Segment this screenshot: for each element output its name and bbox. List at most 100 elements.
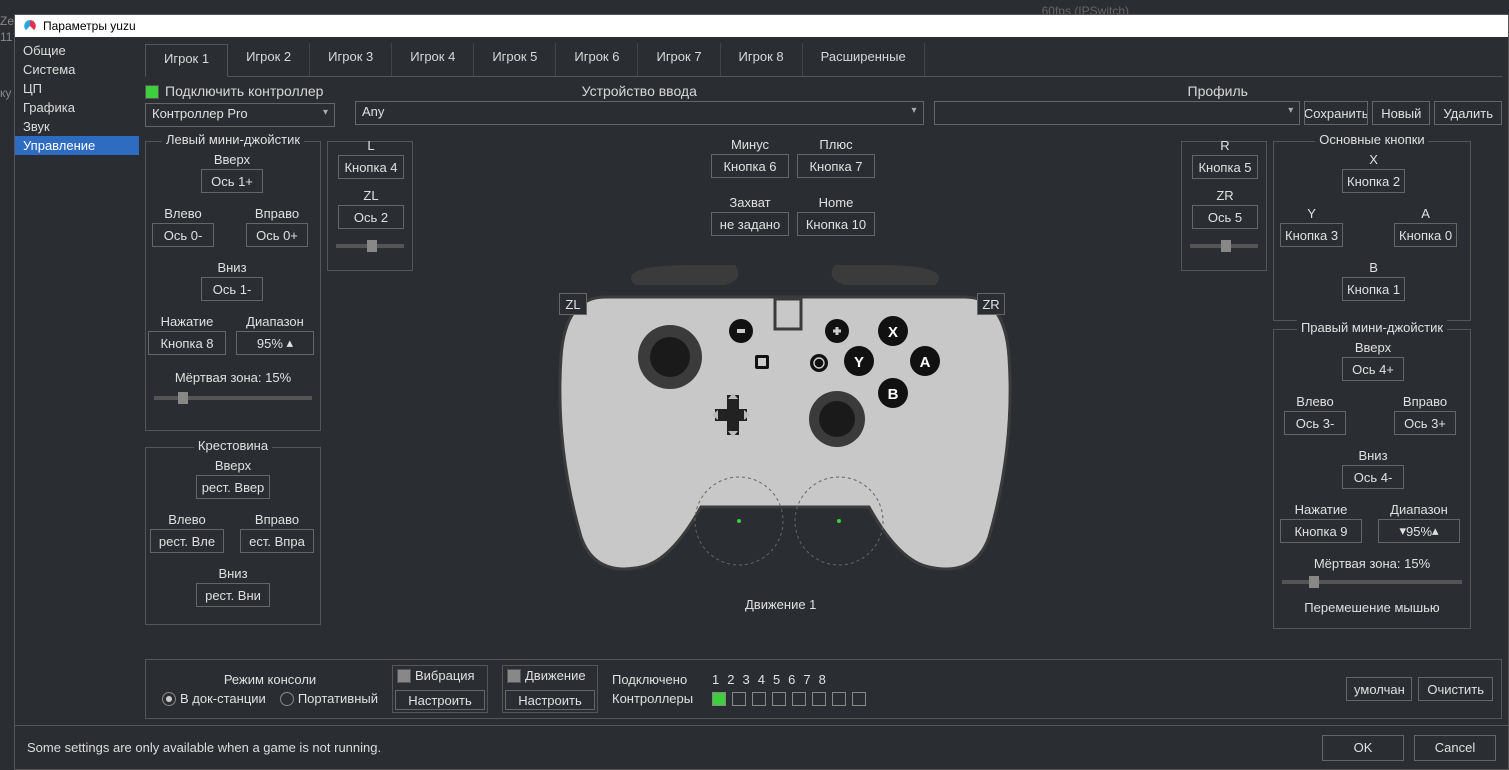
sidebar-item[interactable]: ЦП xyxy=(15,79,139,98)
svg-text:A: A xyxy=(920,354,931,371)
controller-diagram: ZL ZR X Y A B xyxy=(515,249,1055,612)
b-button[interactable]: Кнопка 1 xyxy=(1342,277,1405,301)
lstick-press-button[interactable]: Кнопка 8 xyxy=(148,331,226,355)
profile-new-button[interactable]: Новый xyxy=(1372,101,1430,125)
controller-status-box[interactable] xyxy=(792,692,806,706)
tabstrip: Игрок 1Игрок 2Игрок 3Игрок 4Игрок 5Игрок… xyxy=(145,43,1502,77)
lstick-right-button[interactable]: Ось 0+ xyxy=(246,223,308,247)
handheld-radio[interactable]: Портативный xyxy=(280,691,378,706)
player-tab[interactable]: Игрок 8 xyxy=(721,43,803,76)
right-stick-group: Правый мини-джойстик ВверхОсь 4+ ВлевоОс… xyxy=(1273,329,1471,629)
titlebar[interactable]: Параметры yuzu xyxy=(15,15,1508,37)
dpad-left-button[interactable]: рест. Вле xyxy=(150,529,224,553)
dpad-down-button[interactable]: рест. Вни xyxy=(196,583,270,607)
player-tab[interactable]: Игрок 3 xyxy=(310,43,392,76)
controller-status-box[interactable] xyxy=(812,692,826,706)
clear-button[interactable]: Очистить xyxy=(1418,677,1493,701)
rstick-right-button[interactable]: Ось 3+ xyxy=(1394,411,1456,435)
motion-config-button[interactable]: Настроить xyxy=(505,690,595,710)
l-button[interactable]: Кнопка 4 xyxy=(338,155,404,179)
lstick-range-spin[interactable]: 95% ▴ xyxy=(236,331,314,355)
sidebar-item[interactable]: Звук xyxy=(15,117,139,136)
capture-button[interactable]: не задано xyxy=(711,212,789,236)
vibration-config-button[interactable]: Настроить xyxy=(395,690,485,710)
l-zl-group: LКнопка 4 ZLОсь 2 xyxy=(327,141,413,271)
defaults-button[interactable]: умолчан xyxy=(1346,677,1412,701)
profile-save-button[interactable]: Сохранить xyxy=(1304,101,1368,125)
lstick-deadzone-slider[interactable] xyxy=(154,392,312,400)
zl-button[interactable]: Ось 2 xyxy=(338,205,404,229)
player-number: 2 xyxy=(727,672,734,687)
sidebar-item[interactable]: Система xyxy=(15,60,139,79)
rstick-press-button[interactable]: Кнопка 9 xyxy=(1280,519,1362,543)
sidebar-item[interactable]: Общие xyxy=(15,41,139,60)
rstick-deadzone-label: Мёртвая зона: 15% xyxy=(1282,556,1462,571)
input-device-combo[interactable]: Any xyxy=(355,101,924,125)
lstick-up-button[interactable]: Ось 1+ xyxy=(201,169,263,193)
player-tab[interactable]: Игрок 7 xyxy=(638,43,720,76)
player-number: 1 xyxy=(712,672,719,687)
console-mode-label: Режим консоли xyxy=(224,672,316,687)
window-title: Параметры yuzu xyxy=(43,19,136,33)
zr-tag: ZR xyxy=(977,293,1005,315)
bottom-message: Some settings are only available when a … xyxy=(27,740,381,755)
minus-button[interactable]: Кнопка 6 xyxy=(711,154,789,178)
sidebar-item[interactable]: Управление xyxy=(15,136,139,155)
vibration-checkbox[interactable] xyxy=(397,669,411,683)
zr-button[interactable]: Ось 5 xyxy=(1192,205,1258,229)
controller-type-combo[interactable]: Контроллер Pro xyxy=(145,103,335,127)
controller-status-box[interactable] xyxy=(852,692,866,706)
zl-tag: ZL xyxy=(559,293,587,315)
dpad-up-button[interactable]: рест. Ввер xyxy=(196,475,270,499)
dpad-group: Крестовина Вверхрест. Ввер Влеворест. Вл… xyxy=(145,447,321,625)
bg-text: 11 xyxy=(0,30,12,44)
group-title: Крестовина xyxy=(194,438,272,453)
plus-button[interactable]: Кнопка 7 xyxy=(797,154,875,178)
motion-checkbox[interactable] xyxy=(507,669,521,683)
lstick-down-button[interactable]: Ось 1- xyxy=(201,277,263,301)
rstick-range-spin[interactable]: ▾ 95% ▴ xyxy=(1378,519,1460,543)
a-button[interactable]: Кнопка 0 xyxy=(1394,223,1457,247)
lstick-left-button[interactable]: Ось 0- xyxy=(152,223,214,247)
player-number: 4 xyxy=(758,672,765,687)
dpad-right-button[interactable]: ест. Впра xyxy=(240,529,314,553)
controller-status-box[interactable] xyxy=(732,692,746,706)
rstick-down-button[interactable]: Ось 4- xyxy=(1342,465,1404,489)
r-zr-group: RКнопка 5 ZRОсь 5 xyxy=(1181,141,1267,271)
player-number: 7 xyxy=(803,672,810,687)
profile-combo[interactable] xyxy=(934,101,1301,125)
ok-button[interactable]: OK xyxy=(1322,735,1404,761)
zl-slider[interactable] xyxy=(336,240,404,248)
rstick-left-button[interactable]: Ось 3- xyxy=(1284,411,1346,435)
connect-checkbox[interactable] xyxy=(145,85,159,99)
controller-status-box[interactable] xyxy=(752,692,766,706)
controller-status-box[interactable] xyxy=(712,692,726,706)
x-button[interactable]: Кнопка 2 xyxy=(1342,169,1405,193)
rstick-deadzone-slider[interactable] xyxy=(1282,576,1462,584)
sidebar-item[interactable]: Графика xyxy=(15,98,139,117)
home-button[interactable]: Кнопка 10 xyxy=(797,212,875,236)
docked-radio[interactable]: В док-станции xyxy=(162,691,266,706)
controller-status-box[interactable] xyxy=(772,692,786,706)
left-stick-group: Левый мини-джойстик ВверхОсь 1+ ВлевоОсь… xyxy=(145,141,321,431)
player-tab[interactable]: Игрок 4 xyxy=(392,43,474,76)
player-tab[interactable]: Расширенные xyxy=(803,43,925,76)
player-tab[interactable]: Игрок 2 xyxy=(228,43,310,76)
player-tab[interactable]: Игрок 6 xyxy=(556,43,638,76)
profile-label: Профиль xyxy=(934,83,1503,99)
y-button[interactable]: Кнопка 3 xyxy=(1280,223,1343,247)
controllers-label: Контроллеры xyxy=(612,691,704,706)
r-button[interactable]: Кнопка 5 xyxy=(1192,155,1258,179)
player-number: 6 xyxy=(788,672,795,687)
rstick-up-button[interactable]: Ось 4+ xyxy=(1342,357,1404,381)
controller-status-box[interactable] xyxy=(832,692,846,706)
main-panel: Игрок 1Игрок 2Игрок 3Игрок 4Игрок 5Игрок… xyxy=(139,37,1508,725)
profile-delete-button[interactable]: Удалить xyxy=(1434,101,1502,125)
player-tab[interactable]: Игрок 5 xyxy=(474,43,556,76)
player-number: 8 xyxy=(819,672,826,687)
mouse-move-label: Перемешение мышью xyxy=(1282,600,1462,615)
player-tab[interactable]: Игрок 1 xyxy=(145,44,228,77)
zr-slider[interactable] xyxy=(1190,240,1258,248)
cancel-button[interactable]: Cancel xyxy=(1414,735,1496,761)
svg-text:B: B xyxy=(888,386,899,403)
